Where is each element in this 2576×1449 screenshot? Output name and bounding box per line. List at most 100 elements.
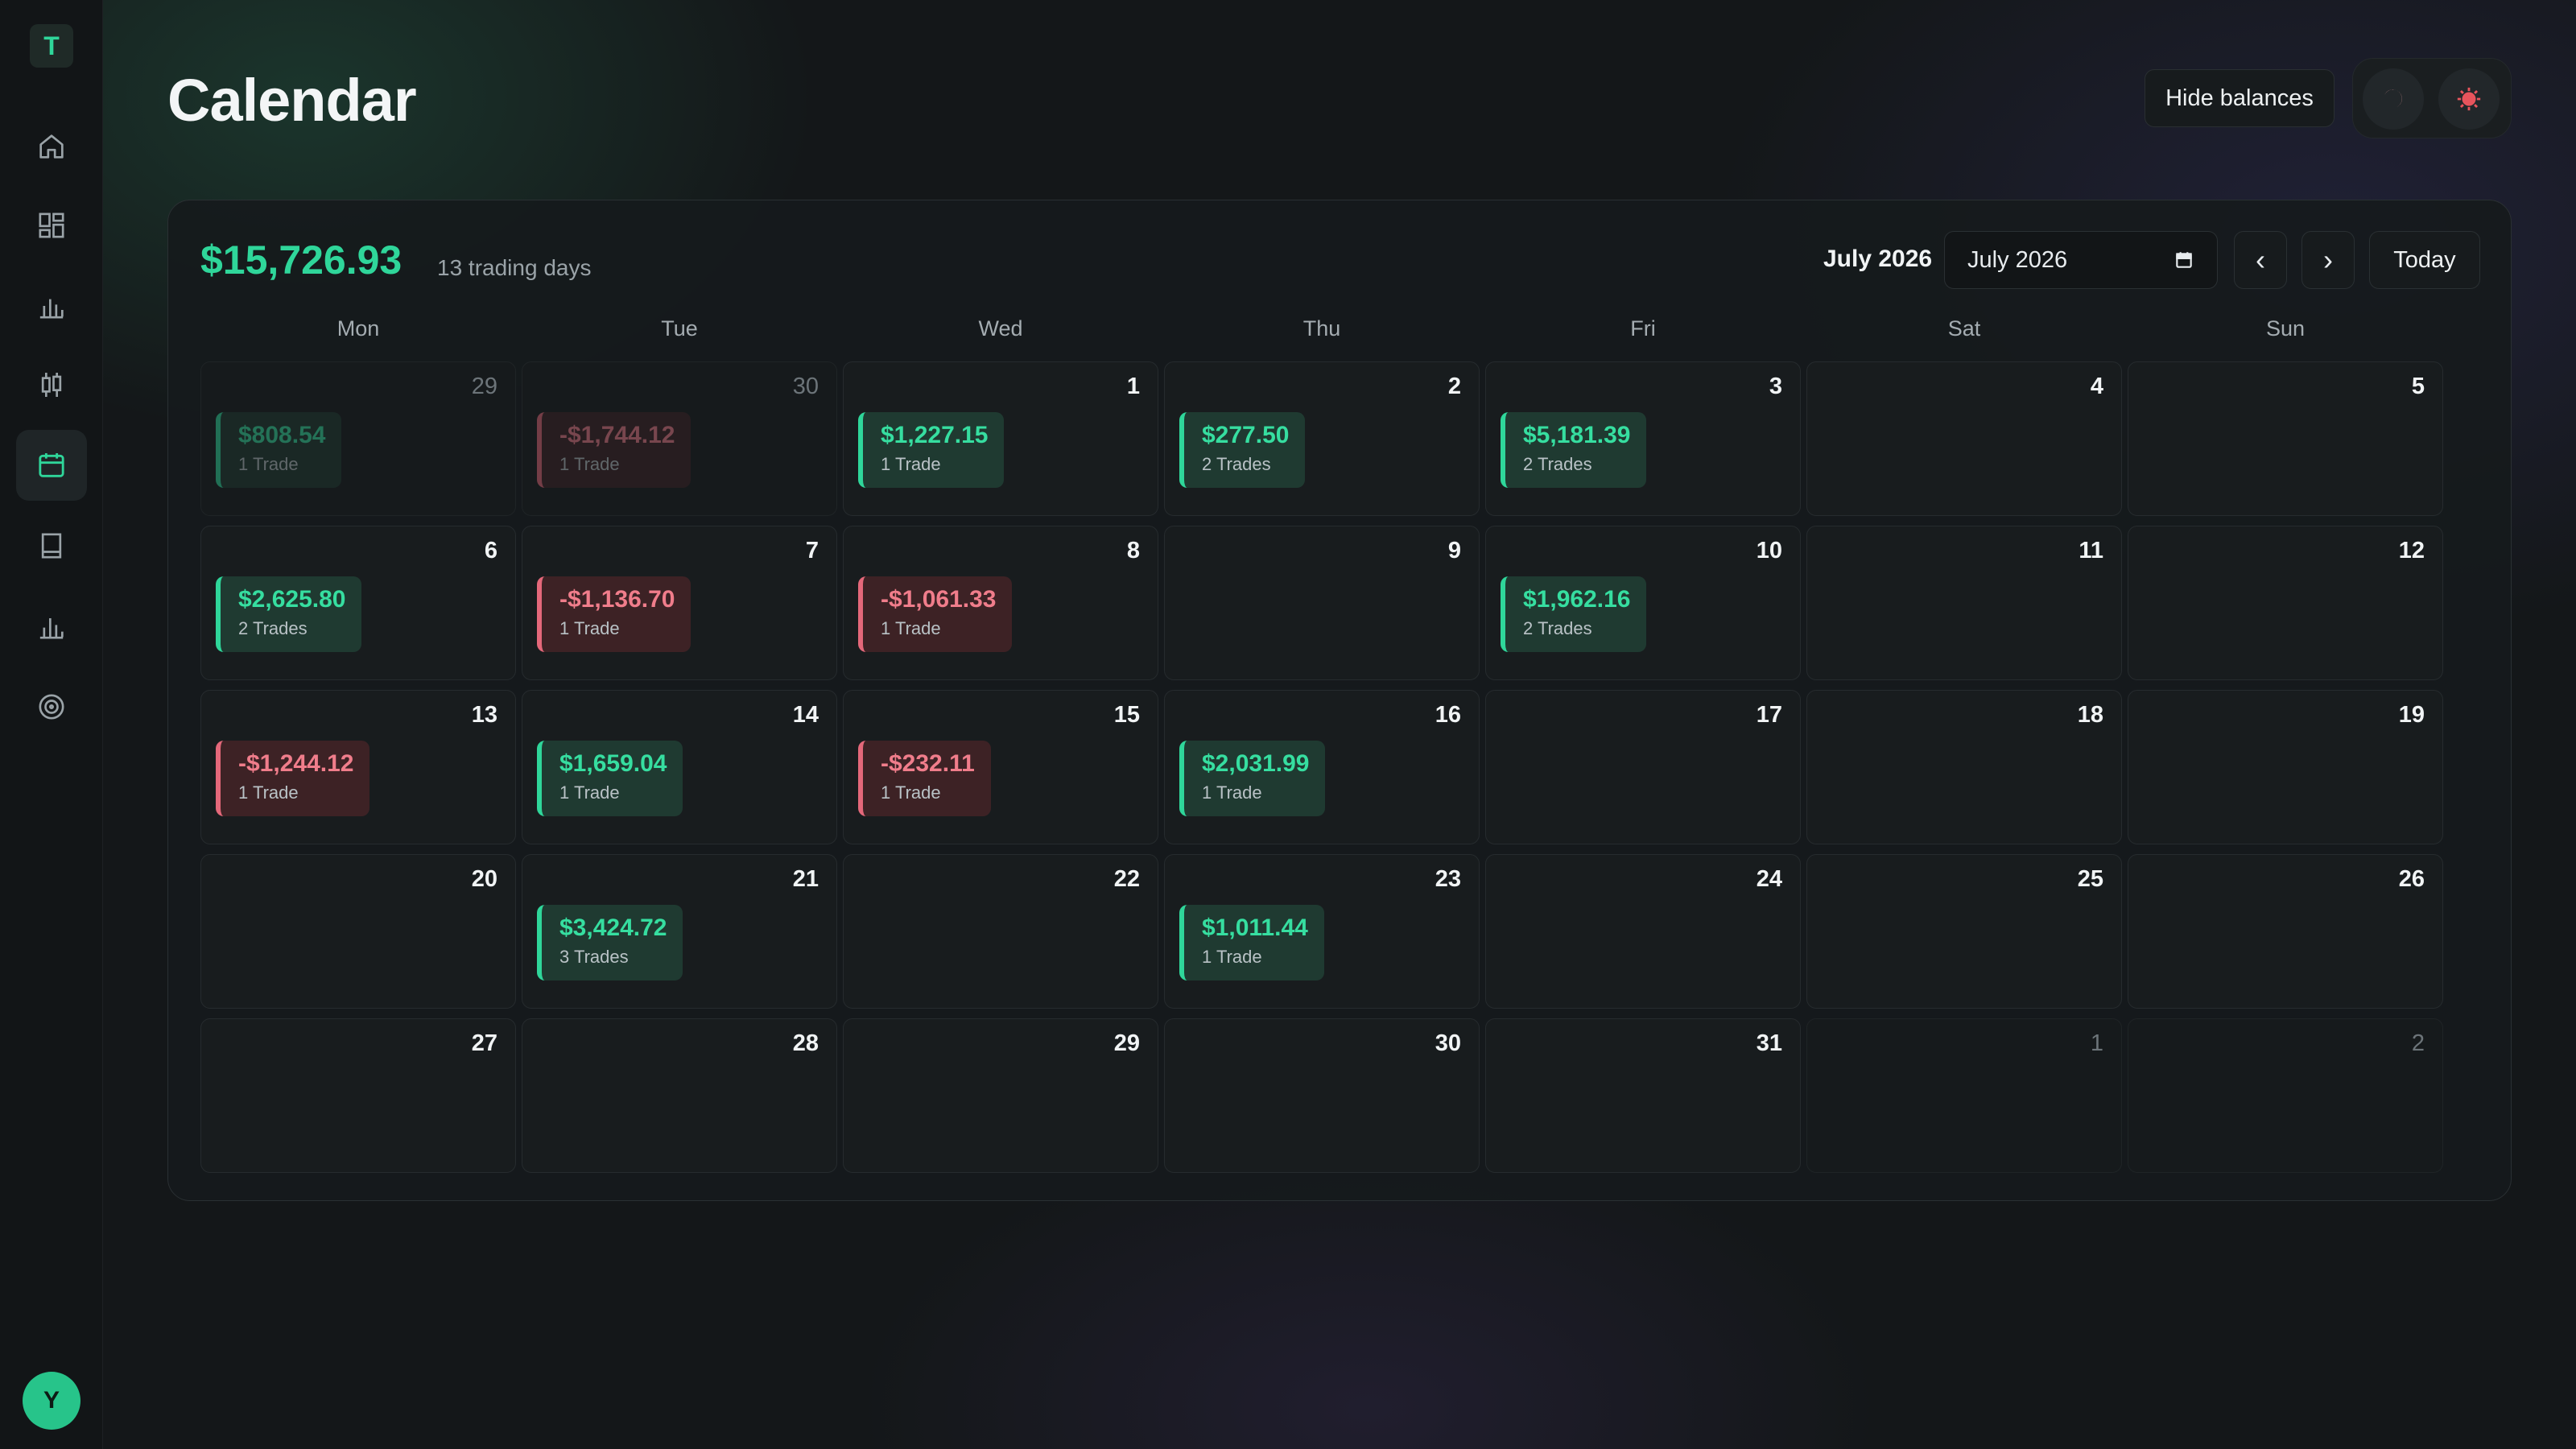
sidebar-item-dashboard[interactable] <box>16 190 87 261</box>
day-cell[interactable]: 27 <box>200 1018 516 1173</box>
day-cell[interactable]: 16 $2,031.99 1 Trade <box>1164 690 1480 844</box>
day-cell[interactable]: 12 <box>2128 526 2443 680</box>
day-cell[interactable]: 5 <box>2128 361 2443 516</box>
pnl-badge-loss[interactable]: -$1,061.33 1 Trade <box>858 576 1013 652</box>
day-cell[interactable]: 3 $5,181.39 2 Trades <box>1485 361 1801 516</box>
sidebar-item-reports[interactable] <box>16 591 87 662</box>
trade-count: 2 Trades <box>1523 618 1592 638</box>
sidebar-item-home[interactable] <box>16 111 87 182</box>
day-number: 2 <box>1447 374 1461 399</box>
today-button[interactable]: Today <box>2369 231 2480 289</box>
trade-count: 2 Trades <box>1202 454 1271 474</box>
day-cell[interactable]: 26 <box>2128 854 2443 1009</box>
day-cell[interactable]: 10 $1,962.16 2 Trades <box>1485 526 1801 680</box>
pnl-badge-profit[interactable]: $1,962.16 2 Trades <box>1501 576 1647 652</box>
day-cell[interactable]: 29 <box>843 1018 1158 1173</box>
day-number: 16 <box>1435 702 1461 728</box>
pnl-badge-profit[interactable]: $1,227.15 1 Trade <box>858 412 1005 488</box>
day-number: 12 <box>2398 538 2425 564</box>
sidebar-item-calendar[interactable] <box>16 430 87 501</box>
pnl-badge-profit[interactable]: $3,424.72 3 Trades <box>537 905 683 980</box>
day-cell[interactable]: 20 <box>200 854 516 1009</box>
pnl-badge-profit[interactable]: $2,625.80 2 Trades <box>216 576 362 652</box>
trade-count: 3 Trades <box>559 947 629 967</box>
pnl-amount: $808.54 <box>238 422 326 448</box>
day-cell[interactable]: 28 <box>522 1018 837 1173</box>
day-number: 7 <box>805 538 819 564</box>
day-cell[interactable]: 21 $3,424.72 3 Trades <box>522 854 837 1009</box>
pnl-amount: -$1,244.12 <box>238 750 354 777</box>
day-cell[interactable]: 17 <box>1485 690 1801 844</box>
day-number: 31 <box>1756 1030 1782 1056</box>
sidebar-item-goals[interactable] <box>16 671 87 742</box>
trade-count: 2 Trades <box>238 618 308 638</box>
day-number: 19 <box>2398 702 2425 728</box>
prev-month-button[interactable]: ‹ <box>2234 231 2287 289</box>
day-cell[interactable]: 11 <box>1806 526 2122 680</box>
pnl-amount: $1,659.04 <box>559 750 667 777</box>
pnl-amount: $5,181.39 <box>1523 422 1631 448</box>
day-number: 8 <box>1126 538 1140 564</box>
pnl-badge-profit[interactable]: $1,659.04 1 Trade <box>537 741 683 816</box>
day-cell[interactable]: 18 <box>1806 690 2122 844</box>
bar-chart-icon <box>39 299 64 319</box>
sidebar-item-analytics[interactable] <box>16 270 87 341</box>
pnl-badge-loss[interactable]: -$1,744.12 1 Trade <box>537 412 691 488</box>
day-cell[interactable]: 30 -$1,744.12 1 Trade <box>522 361 837 516</box>
day-cell[interactable]: 1 $1,227.15 1 Trade <box>843 361 1158 516</box>
day-number: 30 <box>1435 1030 1461 1056</box>
pnl-badge-profit[interactable]: $808.54 1 Trade <box>216 412 342 488</box>
pnl-badge-profit[interactable]: $2,031.99 1 Trade <box>1179 741 1326 816</box>
day-cell[interactable]: 9 <box>1164 526 1480 680</box>
day-number: 5 <box>2411 374 2425 399</box>
pnl-badge-loss[interactable]: -$1,244.12 1 Trade <box>216 741 370 816</box>
app-logo[interactable]: T <box>30 24 73 68</box>
hide-balances-button[interactable]: Hide balances <box>2145 69 2334 127</box>
day-cell[interactable]: 30 <box>1164 1018 1480 1173</box>
user-avatar[interactable]: Y <box>23 1372 80 1430</box>
pnl-badge-profit[interactable]: $5,181.39 2 Trades <box>1501 412 1647 488</box>
day-cell[interactable]: 15 -$232.11 1 Trade <box>843 690 1158 844</box>
pnl-badge-profit[interactable]: $1,011.44 1 Trade <box>1179 905 1324 980</box>
day-number: 14 <box>792 702 819 728</box>
day-cell[interactable]: 31 <box>1485 1018 1801 1173</box>
dark-theme-button[interactable] <box>2363 68 2424 130</box>
day-cell[interactable]: 25 <box>1806 854 2122 1009</box>
pnl-amount: $1,227.15 <box>881 422 989 448</box>
day-number: 21 <box>792 866 819 892</box>
day-cell[interactable]: 24 <box>1485 854 1801 1009</box>
day-cell[interactable]: 2 <box>2128 1018 2443 1173</box>
moon-icon <box>2384 89 2402 107</box>
calendar-picker-icon[interactable] <box>2174 250 2194 270</box>
theme-toggle-group <box>2352 58 2512 138</box>
day-cell[interactable]: 19 <box>2128 690 2443 844</box>
trade-count: 1 Trade <box>559 618 620 638</box>
day-cell[interactable]: 23 $1,011.44 1 Trade <box>1164 854 1480 1009</box>
pnl-amount: $1,011.44 <box>1202 914 1308 941</box>
light-theme-button[interactable] <box>2438 68 2500 130</box>
day-cell[interactable]: 29 $808.54 1 Trade <box>200 361 516 516</box>
total-pnl: $15,726.93 <box>200 237 402 283</box>
day-cell[interactable]: 14 $1,659.04 1 Trade <box>522 690 837 844</box>
sidebar-item-trades[interactable] <box>16 349 87 420</box>
sidebar-item-journal[interactable] <box>16 510 87 581</box>
day-number: 15 <box>1113 702 1140 728</box>
day-cell[interactable]: 2 $277.50 2 Trades <box>1164 361 1480 516</box>
pnl-badge-profit[interactable]: $277.50 2 Trades <box>1179 412 1306 488</box>
day-cell[interactable]: 6 $2,625.80 2 Trades <box>200 526 516 680</box>
day-number: 17 <box>1756 702 1782 728</box>
trade-count: 1 Trade <box>559 454 620 474</box>
next-month-button[interactable]: › <box>2301 231 2355 289</box>
day-cell[interactable]: 7 -$1,136.70 1 Trade <box>522 526 837 680</box>
day-number: 6 <box>484 538 497 564</box>
day-cell[interactable]: 4 <box>1806 361 2122 516</box>
day-cell[interactable]: 1 <box>1806 1018 2122 1173</box>
day-cell[interactable]: 8 -$1,061.33 1 Trade <box>843 526 1158 680</box>
day-cell[interactable]: 22 <box>843 854 1158 1009</box>
month-picker[interactable]: July 2026 <box>1944 231 2218 289</box>
day-cell[interactable]: 13 -$1,244.12 1 Trade <box>200 690 516 844</box>
pnl-amount: $3,424.72 <box>559 914 667 941</box>
pnl-badge-loss[interactable]: -$1,136.70 1 Trade <box>537 576 691 652</box>
pnl-badge-loss[interactable]: -$232.11 1 Trade <box>858 741 991 816</box>
pnl-amount: $2,031.99 <box>1202 750 1310 777</box>
